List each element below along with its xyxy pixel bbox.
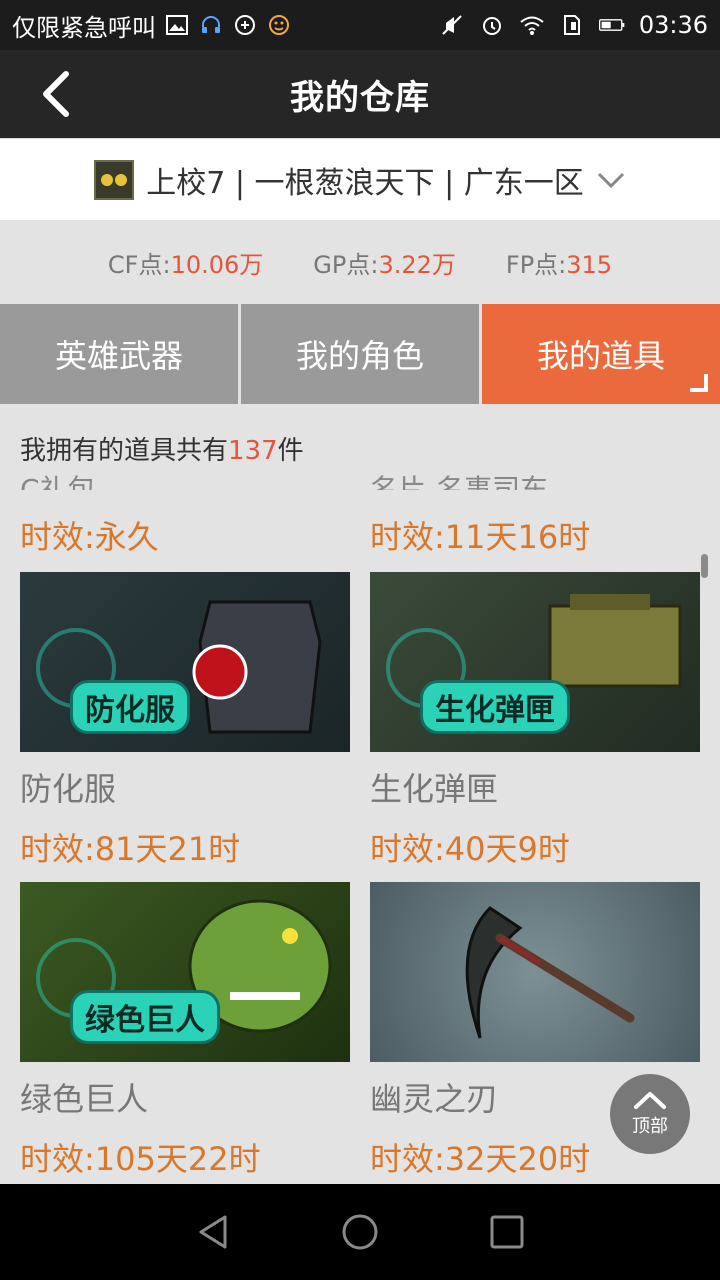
alarm-icon: [479, 12, 505, 38]
item-expiry: 时效:永久: [20, 518, 159, 556]
tab-bar: 英雄武器 我的角色 我的道具: [0, 304, 720, 404]
back-button[interactable]: [30, 68, 82, 120]
cf-label: CF点:: [107, 250, 171, 279]
item-thumbnail[interactable]: [370, 882, 700, 1062]
item-expiry: 时效:81天21时: [20, 830, 241, 868]
rank-badge-icon: [94, 159, 135, 200]
image-icon: [164, 12, 190, 38]
back-to-top-button[interactable]: 顶部: [610, 1074, 690, 1154]
tab-label: 我的角色: [295, 337, 424, 375]
clock-text: 03:36: [638, 11, 708, 39]
item-name: 防化服: [20, 770, 117, 808]
thumbnail-label: 生化弹匣: [420, 680, 570, 734]
status-bar: 仅限紧急呼叫 03:36: [0, 0, 720, 50]
cf-points: CF点:10.06万: [108, 245, 263, 280]
item-name: 绿色巨人: [20, 1080, 149, 1118]
thumbnail-label: 绿色巨人: [70, 990, 220, 1044]
item-expiry: 时效:32天20时: [370, 1140, 591, 1178]
page-title: 我的仓库: [290, 77, 430, 118]
thumbnail-label: 防化服: [70, 680, 190, 734]
square-recents-icon: [490, 1215, 524, 1249]
triangle-back-icon: [199, 1215, 227, 1249]
item-thumbnail[interactable]: 绿色巨人: [20, 882, 350, 1062]
tab-hero-weapons[interactable]: 英雄武器: [0, 304, 238, 404]
item-name: 幽灵之刃: [370, 1080, 499, 1118]
item-list[interactable]: 我拥有的道具共有137件 C礼包 名片-名事司东 时效:永久 时效:11天16时…: [0, 404, 720, 1184]
nav-recents-button[interactable]: [479, 1204, 535, 1260]
cf-value: 10.06万: [170, 250, 264, 279]
carrier-text: 仅限紧急呼叫: [12, 13, 156, 42]
tab-my-items[interactable]: 我的道具: [479, 304, 720, 404]
partial-item-name: C礼包: [20, 473, 96, 490]
circle-home-icon: [342, 1214, 378, 1250]
item-count: 我拥有的道具共有137件: [20, 436, 304, 466]
item-expiry: 时效:40天9时: [370, 830, 570, 868]
battery-icon: [598, 12, 625, 38]
gp-label: GP点:: [313, 250, 379, 279]
tab-label: 我的道具: [536, 337, 665, 375]
emoji-icon: [266, 12, 292, 38]
wifi-icon: [519, 12, 545, 38]
sync-icon: [232, 12, 258, 38]
fp-value: 315: [566, 250, 613, 279]
chevron-down-icon: [597, 172, 624, 188]
vest-icon: [192, 600, 322, 734]
scrollbar-thumb[interactable]: [701, 554, 708, 578]
sim-icon: [559, 12, 585, 38]
item-thumbnail[interactable]: 生化弹匣: [370, 572, 700, 752]
header-bar: 我的仓库: [0, 50, 720, 138]
item-thumbnail[interactable]: 防化服: [20, 572, 350, 752]
tab-my-characters[interactable]: 我的角色: [238, 304, 479, 404]
partial-item-name: 名片-名事司东: [370, 473, 549, 490]
chevron-up-icon: [634, 1092, 666, 1109]
item-expiry: 时效:105天22时: [20, 1140, 261, 1178]
tab-label: 英雄武器: [54, 337, 183, 375]
scythe-icon: [465, 906, 635, 1039]
nav-back-button[interactable]: [185, 1204, 241, 1260]
account-selector[interactable]: 上校7 | 一根葱浪天下 | 广东一区: [0, 138, 720, 220]
mute-icon: [439, 12, 465, 38]
item-expiry: 时效:11天16时: [370, 518, 591, 556]
system-nav-bar: [0, 1184, 720, 1280]
points-bar: CF点:10.06万 GP点:3.22万 FP点:315: [0, 220, 720, 304]
nav-home-button[interactable]: [332, 1204, 388, 1260]
fp-points: FP点:315: [506, 245, 612, 280]
item-count-number: 137: [228, 436, 278, 466]
gp-value: 3.22万: [378, 250, 456, 279]
fp-label: FP点:: [505, 250, 567, 279]
corner-indicator-icon: [690, 374, 708, 392]
back-to-top-label: 顶部: [632, 1116, 668, 1137]
headset-icon: [198, 12, 224, 38]
gp-points: GP点:3.22万: [313, 245, 456, 280]
item-name: 生化弹匣: [370, 770, 499, 808]
back-arrow-icon: [43, 71, 69, 117]
account-info: 上校7 | 一根葱浪天下 | 广东一区: [146, 165, 584, 201]
